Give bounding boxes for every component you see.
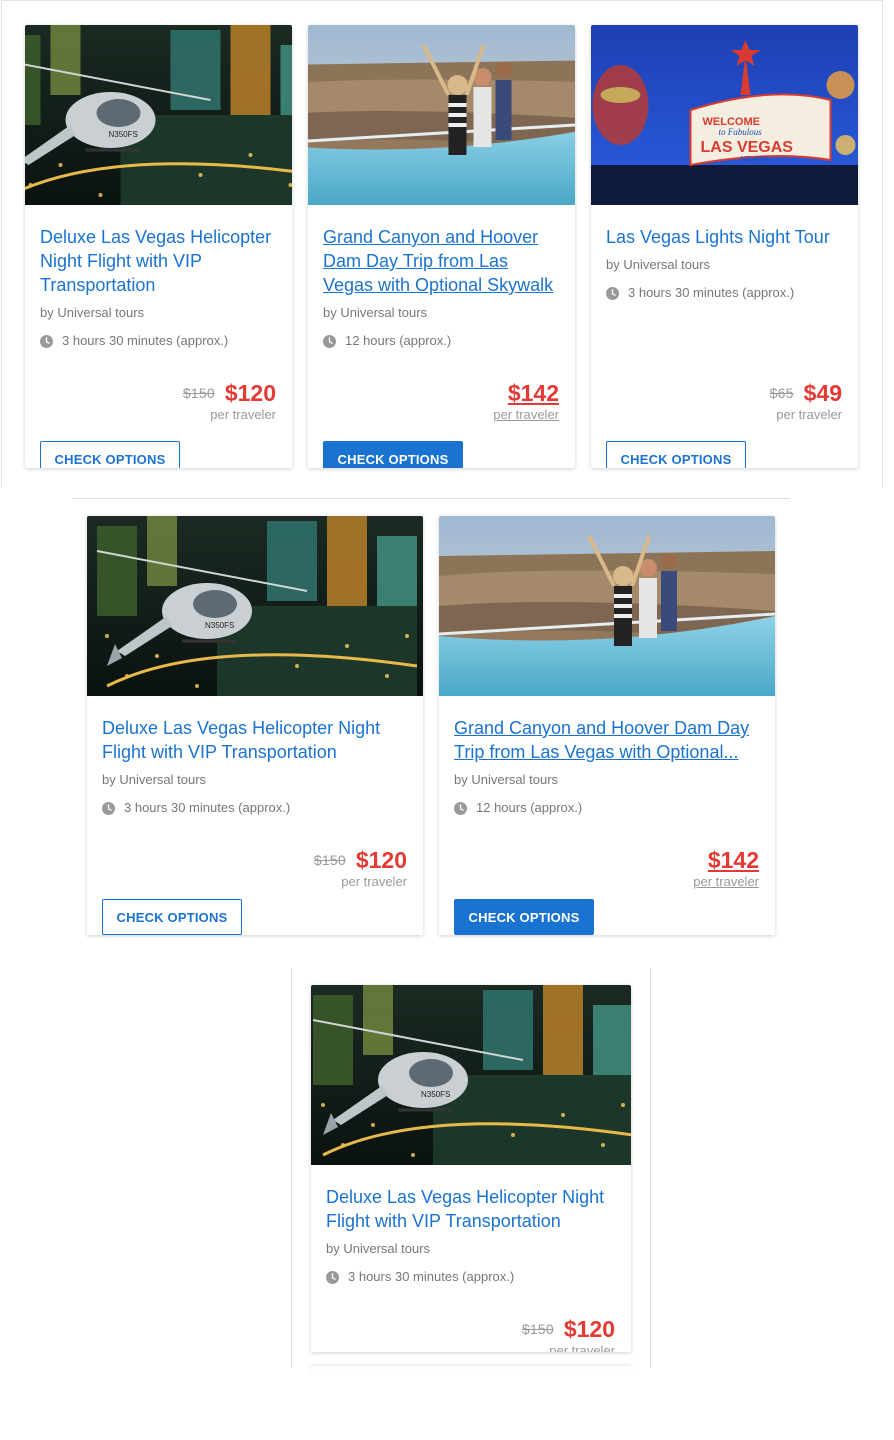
- per-traveler-label: per traveler: [493, 407, 559, 422]
- tour-card[interactable]: Grand Canyon and Hoover Dam Day Trip fro…: [439, 516, 775, 935]
- tour-vendor: by Universal tours: [323, 305, 428, 320]
- clock-icon: [454, 802, 467, 815]
- per-traveler-label: per traveler: [549, 1343, 615, 1352]
- tour-title-link[interactable]: Grand Canyon and Hoover Dam Day Trip fro…: [323, 225, 560, 297]
- tour-title-link[interactable]: Deluxe Las Vegas Helicopter Night Flight…: [102, 716, 408, 764]
- original-price: $150: [313, 852, 346, 868]
- per-traveler-label: per traveler: [776, 407, 842, 422]
- helicopter-night-image[interactable]: [87, 516, 423, 696]
- check-options-button[interactable]: CHECK OPTIONS: [454, 899, 594, 935]
- sale-price: $142: [707, 847, 759, 873]
- duration-text: 12 hours (approx.): [476, 800, 583, 815]
- price-box: $150 $120 per traveler: [522, 1316, 615, 1352]
- next-card-edge: [311, 1366, 631, 1372]
- check-options-button[interactable]: CHECK OPTIONS: [40, 441, 180, 468]
- clock-icon: [606, 287, 619, 300]
- price-box: $65 $49 per traveler: [770, 380, 842, 422]
- tour-card[interactable]: Deluxe Las Vegas Helicopter Night Flight…: [311, 985, 631, 1352]
- tour-card[interactable]: Deluxe Las Vegas Helicopter Night Flight…: [87, 516, 423, 935]
- tour-title-link[interactable]: Las Vegas Lights Night Tour: [606, 225, 843, 249]
- section-border-right: [650, 968, 651, 1368]
- tour-card[interactable]: Las Vegas Lights Night Tour by Universal…: [591, 25, 858, 468]
- tour-vendor: by Universal tours: [102, 772, 207, 787]
- helicopter-night-image[interactable]: [25, 25, 292, 205]
- clock-icon: [323, 335, 336, 348]
- clock-icon: [40, 335, 53, 348]
- helicopter-night-image[interactable]: [311, 985, 631, 1165]
- sale-price: $49: [803, 380, 842, 406]
- tour-title-link[interactable]: Deluxe Las Vegas Helicopter Night Flight…: [40, 225, 277, 297]
- tour-card[interactable]: Grand Canyon and Hoover Dam Day Trip fro…: [308, 25, 575, 468]
- original-price: $150: [182, 385, 215, 401]
- tour-vendor: by Universal tours: [454, 772, 559, 787]
- clock-icon: [326, 1271, 339, 1284]
- tour-duration: 3 hours 30 minutes (approx.): [326, 1268, 616, 1286]
- tour-duration: 3 hours 30 minutes (approx.): [40, 332, 277, 350]
- tour-card[interactable]: Deluxe Las Vegas Helicopter Night Flight…: [25, 25, 292, 468]
- tour-title-link[interactable]: Grand Canyon and Hoover Dam Day Trip fro…: [454, 716, 760, 764]
- grand-canyon-skywalk-image[interactable]: [439, 516, 775, 696]
- sale-price: $142: [507, 380, 559, 406]
- per-traveler-label: per traveler: [210, 407, 276, 422]
- section-divider: [72, 498, 790, 499]
- duration-text: 12 hours (approx.): [345, 333, 452, 348]
- price-box: $150 $120 per traveler: [314, 847, 407, 889]
- tour-vendor: by Universal tours: [606, 257, 711, 272]
- las-vegas-sign-image[interactable]: [591, 25, 858, 205]
- tour-title-link[interactable]: Deluxe Las Vegas Helicopter Night Flight…: [326, 1185, 616, 1233]
- tour-duration: 12 hours (approx.): [323, 332, 560, 350]
- tour-vendor: by Universal tours: [326, 1241, 431, 1256]
- per-traveler-label: per traveler: [693, 874, 759, 889]
- price-box: $142 per traveler: [693, 847, 759, 889]
- duration-text: 3 hours 30 minutes (approx.): [124, 800, 291, 815]
- sale-price: $120: [355, 847, 407, 873]
- tour-duration: 3 hours 30 minutes (approx.): [102, 799, 408, 817]
- check-options-button[interactable]: CHECK OPTIONS: [102, 899, 242, 935]
- sale-price: $120: [563, 1316, 615, 1342]
- original-price: $65: [769, 385, 794, 401]
- section-border-left: [291, 968, 292, 1368]
- grand-canyon-skywalk-image[interactable]: [308, 25, 575, 205]
- clock-icon: [102, 802, 115, 815]
- check-options-button[interactable]: CHECK OPTIONS: [606, 441, 746, 468]
- price-box: $142 per traveler: [493, 380, 559, 422]
- original-price: $150: [521, 1321, 554, 1337]
- duration-text: 3 hours 30 minutes (approx.): [348, 1269, 515, 1284]
- per-traveler-label: per traveler: [341, 874, 407, 889]
- check-options-button[interactable]: CHECK OPTIONS: [323, 441, 463, 468]
- duration-text: 3 hours 30 minutes (approx.): [628, 285, 795, 300]
- tour-vendor: by Universal tours: [40, 305, 145, 320]
- tour-duration: 3 hours 30 minutes (approx.): [606, 284, 843, 302]
- tour-duration: 12 hours (approx.): [454, 799, 760, 817]
- price-box: $150 $120 per traveler: [183, 380, 276, 422]
- duration-text: 3 hours 30 minutes (approx.): [62, 333, 229, 348]
- sale-price: $120: [224, 380, 276, 406]
